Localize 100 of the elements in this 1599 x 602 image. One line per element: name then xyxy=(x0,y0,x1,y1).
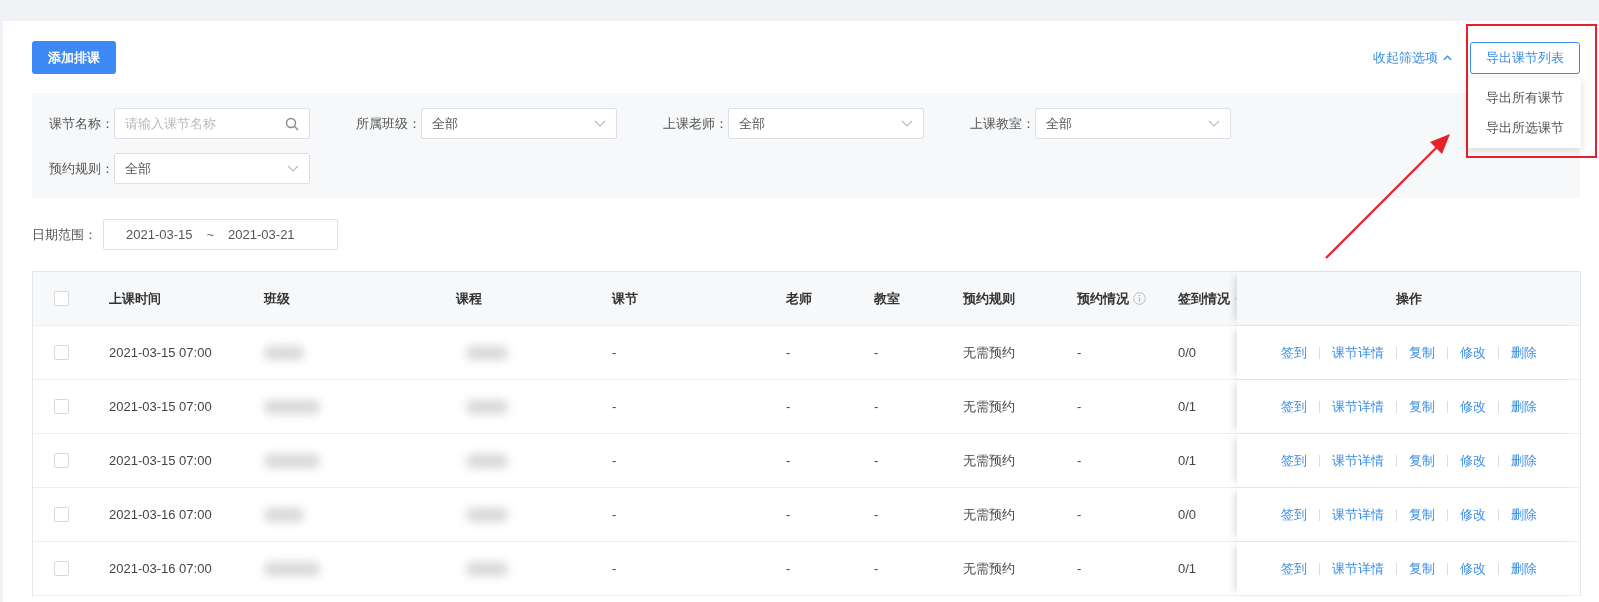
table-cell: - xyxy=(786,345,791,360)
column-header: 上课时间 xyxy=(109,289,161,308)
action-link[interactable]: 删除 xyxy=(1510,343,1537,362)
table-cell: 无需预约 xyxy=(963,559,1015,578)
table-cell: 无需预约 xyxy=(963,343,1015,362)
table-cell: - xyxy=(786,453,791,468)
table-cell: - xyxy=(786,507,791,522)
menu-item[interactable]: 导出所有课节 xyxy=(1468,82,1581,113)
redacted-placeholder xyxy=(264,561,320,576)
chevron-down-icon xyxy=(287,165,299,172)
column-header: 签到情况 xyxy=(1178,289,1230,308)
table-cell: - xyxy=(874,507,879,522)
redacted-placeholder xyxy=(264,453,320,468)
table-cell: 0/1 xyxy=(1178,453,1197,468)
table-cell: - xyxy=(612,453,617,468)
redacted-placeholder xyxy=(264,507,304,522)
row-checkbox[interactable] xyxy=(54,561,69,576)
filter-label: 课节名称： xyxy=(48,114,114,133)
action-link[interactable]: 签到 xyxy=(1280,505,1307,524)
table-cell: - xyxy=(874,453,879,468)
action-link[interactable]: 签到 xyxy=(1280,451,1307,470)
action-link[interactable]: 课节详情 xyxy=(1331,451,1384,470)
table-cell: 2021-03-16 07:00 xyxy=(109,507,212,522)
filter-label: 预约规则： xyxy=(48,159,114,178)
date-range-label: 日期范围： xyxy=(32,225,97,244)
select-field[interactable]: 全部 xyxy=(421,108,617,139)
table-cell: 无需预约 xyxy=(963,397,1015,416)
table-cell: 2021-03-15 07:00 xyxy=(109,453,212,468)
action-link[interactable]: 复制 xyxy=(1408,559,1435,578)
action-link[interactable]: 修改 xyxy=(1459,397,1486,416)
table-cell: 2021-03-16 07:00 xyxy=(109,561,212,576)
chevron-down-icon xyxy=(594,120,606,127)
select-all-checkbox[interactable] xyxy=(54,291,69,306)
column-header: 班级 xyxy=(264,289,290,308)
date-range-field[interactable]: 2021-03-15 ~ 2021-03-21 xyxy=(103,219,338,250)
filter-label: 所属班级： xyxy=(355,114,421,133)
row-checkbox[interactable] xyxy=(54,399,69,414)
action-link[interactable]: 删除 xyxy=(1510,559,1537,578)
row-checkbox[interactable] xyxy=(54,507,69,522)
search-icon xyxy=(285,116,299,131)
filter-label: 上课教室： xyxy=(969,114,1035,133)
action-link[interactable]: 复制 xyxy=(1408,343,1435,362)
table-cell: - xyxy=(612,561,617,576)
column-header: 预约情况 xyxy=(1077,289,1129,308)
action-link[interactable]: 课节详情 xyxy=(1331,559,1384,578)
action-link[interactable]: 复制 xyxy=(1408,505,1435,524)
collapse-filters-link[interactable]: 收起筛选项 xyxy=(1373,48,1452,67)
select-field[interactable]: 全部 xyxy=(114,153,310,184)
redacted-placeholder xyxy=(264,345,304,360)
action-link[interactable]: 复制 xyxy=(1408,451,1435,470)
table-cell: - xyxy=(786,561,791,576)
action-link[interactable]: 删除 xyxy=(1510,505,1537,524)
table-cell: 无需预约 xyxy=(963,451,1015,470)
action-link[interactable]: 课节详情 xyxy=(1331,505,1384,524)
column-header: 操作 xyxy=(1395,289,1422,308)
row-checkbox[interactable] xyxy=(54,453,69,468)
menu-item[interactable]: 导出所选课节 xyxy=(1468,112,1581,143)
action-link[interactable]: 课节详情 xyxy=(1331,343,1384,362)
redacted-placeholder xyxy=(466,561,508,576)
action-link[interactable]: 复制 xyxy=(1408,397,1435,416)
table-cell: 0/1 xyxy=(1178,399,1197,414)
add-schedule-button[interactable]: 添加排课 xyxy=(32,41,116,74)
table-cell: - xyxy=(874,561,879,576)
table-cell: - xyxy=(1077,453,1082,468)
select-field[interactable]: 全部 xyxy=(728,108,924,139)
action-link[interactable]: 修改 xyxy=(1459,505,1486,524)
search-field[interactable]: 请输入课节名称 xyxy=(114,108,310,139)
table-cell: 2021-03-15 07:00 xyxy=(109,345,212,360)
table-cell: - xyxy=(612,399,617,414)
table-cell: 0/1 xyxy=(1178,561,1197,576)
redacted-placeholder xyxy=(466,507,508,522)
action-link[interactable]: 签到 xyxy=(1280,397,1307,416)
table-cell: 无需预约 xyxy=(963,505,1015,524)
export-lessons-button[interactable]: 导出课节列表 xyxy=(1470,41,1580,74)
redacted-placeholder xyxy=(466,399,508,414)
action-link[interactable]: 删除 xyxy=(1510,451,1537,470)
select-field[interactable]: 全部 xyxy=(1035,108,1231,139)
column-header: 教室 xyxy=(874,289,900,308)
table-cell: - xyxy=(1077,345,1082,360)
action-link[interactable]: 修改 xyxy=(1459,451,1486,470)
action-link[interactable]: 签到 xyxy=(1280,559,1307,578)
table-cell: 0/0 xyxy=(1178,345,1197,360)
redacted-placeholder xyxy=(264,399,320,414)
action-link[interactable]: 课节详情 xyxy=(1331,397,1384,416)
table-cell: 0/0 xyxy=(1178,507,1197,522)
action-link[interactable]: 删除 xyxy=(1510,397,1537,416)
chevron-down-icon xyxy=(1208,120,1220,127)
column-header: 课节 xyxy=(612,289,638,308)
redacted-placeholder xyxy=(466,345,508,360)
column-header: 预约规则 xyxy=(963,289,1015,308)
table-cell: - xyxy=(874,399,879,414)
caret-up-icon xyxy=(1443,54,1452,61)
action-link[interactable]: 签到 xyxy=(1280,343,1307,362)
action-link[interactable]: 修改 xyxy=(1459,343,1486,362)
table-cell: - xyxy=(874,345,879,360)
action-link[interactable]: 修改 xyxy=(1459,559,1486,578)
filter-label: 上课老师： xyxy=(662,114,728,133)
table-cell: - xyxy=(1077,507,1082,522)
chevron-down-icon xyxy=(901,120,913,127)
row-checkbox[interactable] xyxy=(54,345,69,360)
